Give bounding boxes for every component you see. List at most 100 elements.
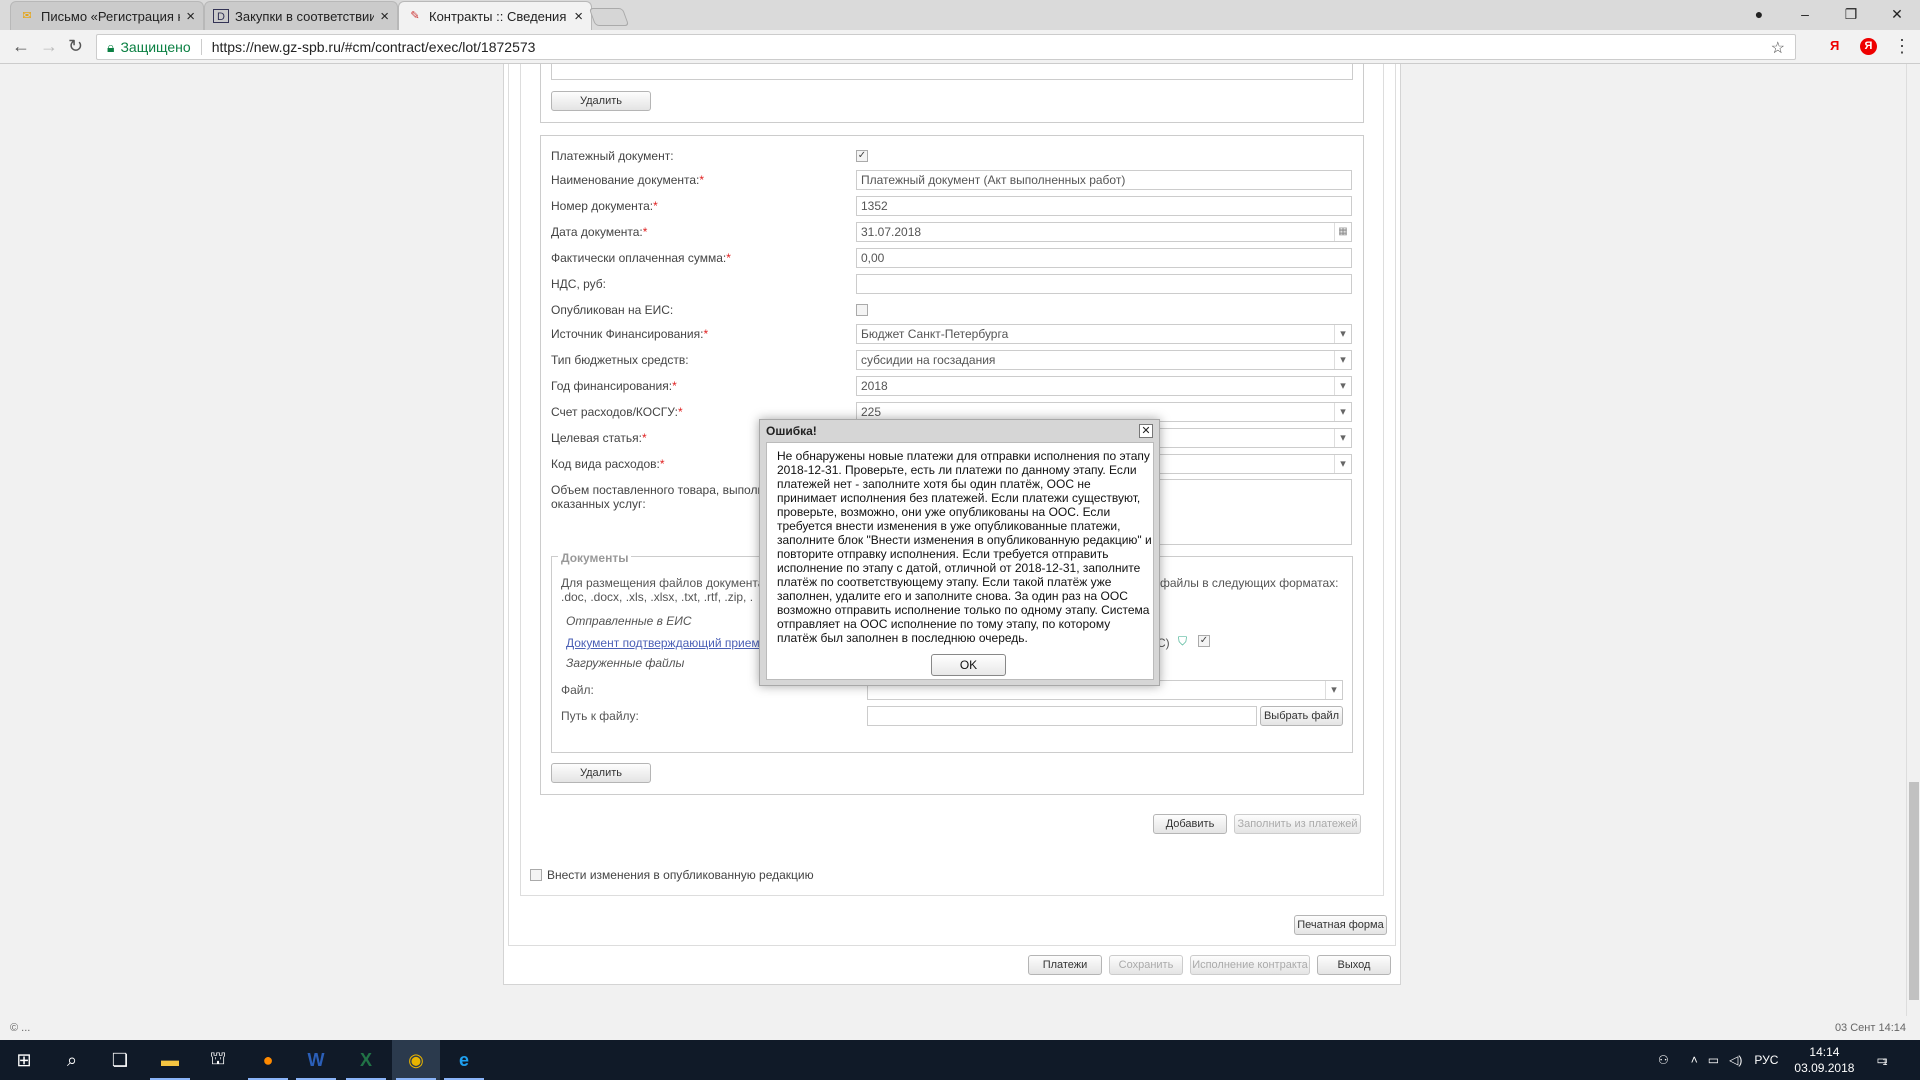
choose-file-button[interactable]: Выбрать файл: [1260, 706, 1343, 726]
yandex-extension-icon[interactable]: Я: [1830, 38, 1839, 53]
clock-date: 03.09.2018: [1794, 1061, 1855, 1075]
status-bar: © ... 03 Сент 14:14: [0, 1016, 1920, 1040]
tab-title: Контракты :: Сведения о: [429, 8, 569, 24]
vat-field[interactable]: [856, 274, 1352, 294]
close-icon[interactable]: ×: [186, 8, 195, 25]
published-checkbox: [856, 304, 868, 316]
documents-info-formats: файлы в следующих форматах:: [1160, 576, 1339, 590]
payment-doc-label: Платежный документ:: [551, 149, 674, 163]
minimize-icon[interactable]: –: [1782, 0, 1828, 30]
doc-checkbox[interactable]: ✓: [1198, 635, 1210, 647]
contracts-icon: ✎: [410, 10, 420, 22]
documents-info: Для размещения файлов документа: [561, 576, 765, 590]
doc-date-field[interactable]: 31.07.2018: [856, 222, 1352, 242]
firefox-icon[interactable]: ●: [244, 1040, 292, 1080]
tab-title: Письмо «Регистрация на: [41, 8, 181, 24]
close-window-icon[interactable]: ✕: [1874, 0, 1920, 30]
doc-number-label: Номер документа:*: [551, 199, 658, 213]
system-tray: ⚇ ˄ ▭ ◁) РУС 14:14 03.09.2018 ▭ 1: [1658, 1040, 1888, 1080]
profile-icon[interactable]: ●: [1736, 0, 1782, 30]
store-icon[interactable]: ⛫: [194, 1040, 242, 1080]
notification-icon[interactable]: ▭ 1: [1876, 1053, 1887, 1067]
dialog-title: Ошибка!: [766, 424, 817, 438]
tray-chevron-icon[interactable]: ˄: [1691, 1053, 1698, 1067]
source-select[interactable]: Бюджет Санкт-Петербурга: [856, 324, 1352, 344]
tab-mail[interactable]: ✉ Письмо «Регистрация на ×: [10, 1, 204, 30]
status-left: © ...: [10, 1022, 31, 1034]
close-icon[interactable]: ×: [380, 8, 389, 25]
fill-from-payments-button[interactable]: Заполнить из платежей: [1234, 814, 1361, 834]
mail-icon: ✉: [22, 10, 32, 22]
payments-button[interactable]: Платежи: [1028, 955, 1102, 975]
secure-label: Защищено: [120, 39, 202, 55]
yandex-badge-icon[interactable]: Я: [1860, 38, 1877, 55]
ie-icon[interactable]: e: [440, 1040, 488, 1080]
doc-name-field[interactable]: Платежный документ (Акт выполненных рабо…: [856, 170, 1352, 190]
forward-icon[interactable]: →: [40, 36, 58, 57]
edit-published-checkbox[interactable]: [530, 869, 542, 881]
budget-type-select[interactable]: субсидии на госзадания: [856, 350, 1352, 370]
add-button[interactable]: Добавить: [1153, 814, 1227, 834]
delete-payment-button[interactable]: Удалить: [551, 763, 651, 783]
task-view-icon[interactable]: ❏: [96, 1040, 144, 1080]
contract-exec-button[interactable]: Исполнение контракта: [1190, 955, 1310, 975]
people-icon[interactable]: ⚇: [1658, 1053, 1669, 1067]
window-controls: ● – ❐ ✕: [1736, 0, 1920, 30]
reload-icon[interactable]: ↻: [68, 36, 83, 57]
search-icon[interactable]: ⌕: [48, 1040, 96, 1080]
print-form-button[interactable]: Печатная форма: [1294, 915, 1387, 935]
doc-link[interactable]: Документ подтверждающий приемку: [566, 636, 771, 650]
sent-label: Отправленные в ЕИС: [566, 614, 692, 628]
volume-label: Объем поставленного товара, выполн: [551, 483, 765, 497]
volume-icon[interactable]: ◁): [1729, 1053, 1742, 1067]
volume-label-2: оказанных услуг:: [551, 497, 646, 511]
delete-previous-button[interactable]: Удалить: [551, 91, 651, 111]
site-icon: D: [213, 9, 229, 23]
budget-type-label: Тип бюджетных средств:: [551, 353, 689, 367]
browser-menu-icon[interactable]: ⋮: [1893, 36, 1911, 57]
path-field[interactable]: [867, 706, 1257, 726]
clock[interactable]: 14:14 03.09.2018: [1794, 1044, 1854, 1076]
tab-procurement[interactable]: D Закупки в соответствии ×: [204, 1, 398, 30]
doc-number-field[interactable]: 1352: [856, 196, 1352, 216]
clock-time: 14:14: [1809, 1045, 1840, 1059]
dialog-close-icon[interactable]: ✕: [1139, 424, 1153, 438]
save-button[interactable]: Сохранить: [1109, 955, 1183, 975]
year-select[interactable]: 2018: [856, 376, 1352, 396]
language-indicator[interactable]: РУС: [1754, 1053, 1778, 1067]
back-icon[interactable]: ←: [12, 36, 30, 57]
url-bar[interactable]: 🔒︎ Защищено https://new.gz-spb.ru/#cm/co…: [96, 34, 1796, 60]
word-icon[interactable]: W: [292, 1040, 340, 1080]
exit-button[interactable]: Выход: [1317, 955, 1391, 975]
new-tab-button[interactable]: [588, 8, 630, 26]
source-label: Источник Финансирования:*: [551, 327, 709, 341]
year-label: Год финансирования:*: [551, 379, 677, 393]
shield-icon[interactable]: ⛉: [1178, 634, 1187, 649]
paid-sum-label: Фактически оплаченная сумма:*: [551, 251, 731, 265]
dialog-message: Не обнаружены новые платежи для отправки…: [777, 449, 1152, 645]
payment-doc-checkbox[interactable]: ✓: [856, 150, 868, 162]
network-icon[interactable]: ▭: [1708, 1053, 1719, 1067]
bookmark-star-icon[interactable]: ☆: [1771, 38, 1785, 58]
vat-label: НДС, руб:: [551, 277, 607, 291]
edit-published-label: Внести изменения в опубликованную редакц…: [547, 868, 814, 882]
ok-button[interactable]: OK: [931, 654, 1006, 676]
tab-contracts[interactable]: ✎ Контракты :: Сведения о ×: [398, 1, 592, 30]
documents-legend: Документы: [558, 551, 632, 565]
address-toolbar: ← → ↻ 🔒︎ Защищено https://new.gz-spb.ru/…: [0, 30, 1920, 64]
lock-icon: 🔒︎: [107, 38, 115, 55]
paid-sum-field[interactable]: 0,00: [856, 248, 1352, 268]
page-scrollbar[interactable]: [1906, 64, 1920, 1016]
scrollbar-thumb[interactable]: [1909, 782, 1919, 1000]
windows-start-icon[interactable]: ⊞: [0, 1040, 48, 1080]
uploaded-label: Загруженные файлы: [566, 656, 685, 670]
chrome-icon[interactable]: ◉: [392, 1040, 440, 1080]
close-icon[interactable]: ×: [574, 8, 583, 25]
excel-icon[interactable]: X: [342, 1040, 390, 1080]
file-explorer-icon[interactable]: ▬: [146, 1040, 194, 1080]
account-label: Счет расходов/КОСГУ:*: [551, 405, 683, 419]
target-label: Целевая статья:*: [551, 431, 647, 445]
error-dialog: Ошибка! ✕ Не обнаружены новые платежи дл…: [759, 419, 1160, 686]
tab-title: Закупки в соответствии: [235, 8, 375, 24]
restore-icon[interactable]: ❐: [1828, 0, 1874, 30]
